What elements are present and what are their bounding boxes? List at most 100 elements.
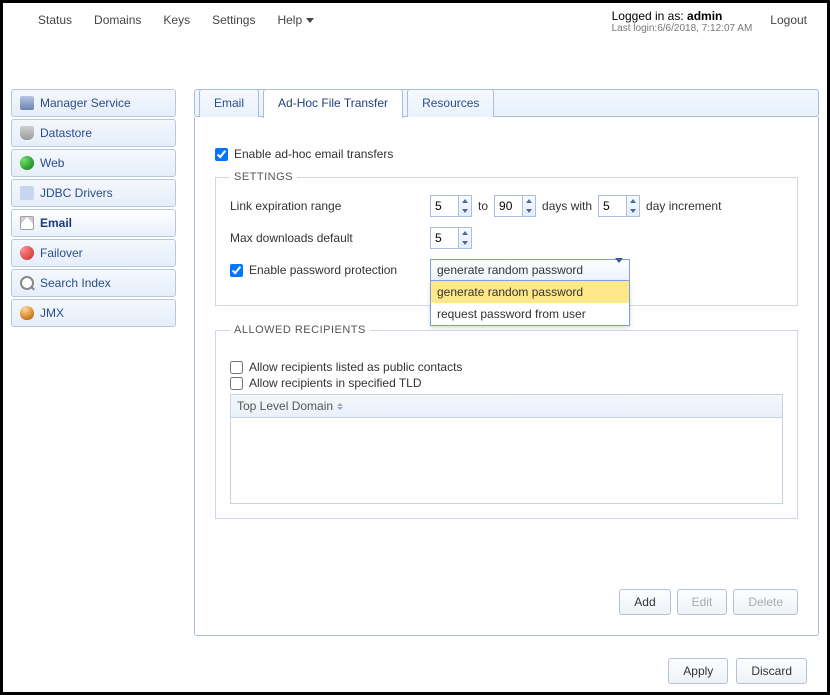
allowed-recipients-legend: ALLOWED RECIPIENTS	[230, 324, 370, 336]
link-exp-to-input[interactable]	[494, 195, 522, 217]
delete-button[interactable]: Delete	[733, 589, 798, 615]
nav-keys[interactable]: Keys	[163, 13, 190, 27]
content: Email Ad-Hoc File Transfer Resources Ena…	[194, 89, 819, 684]
allow-tld-label: Allow recipients in specified TLD	[249, 376, 422, 390]
password-mode-option-generate[interactable]: generate random password	[431, 281, 629, 303]
link-expiration-label: Link expiration range	[230, 199, 430, 213]
to-label: to	[478, 199, 488, 213]
password-mode-dropdown: generate random password request passwor…	[430, 280, 630, 326]
password-mode-option-request[interactable]: request password from user	[431, 303, 629, 325]
manager-icon	[20, 96, 34, 110]
allow-public-contacts-label: Allow recipients listed as public contac…	[249, 360, 462, 374]
max-downloads-label: Max downloads default	[230, 231, 430, 245]
failover-icon	[20, 246, 34, 260]
sidebar-item-jdbc-drivers[interactable]: JDBC Drivers	[11, 179, 176, 207]
allow-public-contacts-checkbox[interactable]	[230, 361, 243, 374]
top-bar: Status Domains Keys Settings Help Logged…	[3, 3, 827, 53]
page-body: Enable ad-hoc email transfers SETTINGS L…	[194, 117, 819, 636]
sidebar-item-web[interactable]: Web	[11, 149, 176, 177]
link-exp-from-input[interactable]	[430, 195, 458, 217]
tab-panel: Email Ad-Hoc File Transfer Resources	[194, 89, 819, 117]
jdbc-icon	[20, 186, 34, 200]
sidebar-item-label: Web	[40, 156, 64, 170]
logged-in-prefix: Logged in as:	[612, 9, 687, 23]
sidebar-item-label: Search Index	[40, 276, 111, 290]
enable-adhoc-label: Enable ad-hoc email transfers	[234, 147, 393, 161]
tab-email[interactable]: Email	[199, 89, 259, 118]
link-exp-from-stepper[interactable]	[430, 195, 472, 217]
logged-in-as: Logged in as: admin	[612, 9, 753, 23]
nav-help-label: Help	[277, 13, 302, 27]
enable-adhoc-checkbox[interactable]	[215, 148, 228, 161]
footer-buttons: Apply Discard	[668, 658, 807, 684]
nav-settings[interactable]: Settings	[212, 13, 255, 27]
allow-tld-checkbox[interactable]	[230, 377, 243, 390]
chevron-down-icon	[615, 263, 623, 277]
tab-ad-hoc-file-transfer[interactable]: Ad-Hoc File Transfer	[263, 89, 403, 118]
tld-grid: Top Level Domain	[230, 394, 783, 504]
max-downloads-stepper[interactable]	[430, 227, 472, 249]
settings-fieldset: SETTINGS Link expiration range to days w…	[215, 171, 798, 306]
jmx-icon	[20, 306, 34, 320]
apply-button[interactable]: Apply	[668, 658, 728, 684]
edit-button[interactable]: Edit	[677, 589, 728, 615]
day-increment-input[interactable]	[598, 195, 626, 217]
step-up-icon[interactable]	[459, 228, 471, 238]
tld-grid-header[interactable]: Top Level Domain	[231, 395, 782, 418]
sidebar-item-manager-service[interactable]: Manager Service	[11, 89, 176, 117]
enable-password-block: Enable password protection	[230, 263, 430, 277]
sidebar-item-email[interactable]: Email	[11, 209, 176, 237]
datastore-icon	[20, 126, 34, 140]
step-up-icon[interactable]	[627, 196, 639, 206]
nav-help[interactable]: Help	[277, 13, 314, 27]
top-nav: Status Domains Keys Settings Help	[38, 9, 314, 27]
logged-in-name: admin	[687, 9, 722, 23]
discard-button[interactable]: Discard	[736, 658, 807, 684]
password-mode-value: generate random password	[437, 263, 583, 277]
tabs: Email Ad-Hoc File Transfer Resources	[199, 89, 494, 118]
sidebar-item-datastore[interactable]: Datastore	[11, 119, 176, 147]
max-downloads-input[interactable]	[430, 227, 458, 249]
step-down-icon[interactable]	[627, 206, 639, 216]
last-login-label: Last login:	[612, 23, 658, 34]
day-increment-stepper[interactable]	[598, 195, 640, 217]
step-down-icon[interactable]	[523, 206, 535, 216]
link-exp-to-stepper[interactable]	[494, 195, 536, 217]
search-icon	[20, 276, 34, 290]
chevron-down-icon	[306, 18, 314, 23]
sidebar-item-label: Failover	[40, 246, 83, 260]
day-increment-label: day increment	[646, 199, 721, 213]
sidebar-item-label: Datastore	[40, 126, 92, 140]
step-up-icon[interactable]	[523, 196, 535, 206]
last-login: Last login:6/6/2018, 7:12:07 AM	[612, 23, 753, 34]
step-down-icon[interactable]	[459, 206, 471, 216]
tab-resources[interactable]: Resources	[407, 89, 494, 118]
enable-password-checkbox[interactable]	[230, 264, 243, 277]
logout-link[interactable]: Logout	[762, 9, 807, 27]
password-mode-combo[interactable]: generate random password	[430, 259, 630, 281]
sidebar-item-label: JDBC Drivers	[40, 186, 113, 200]
main-area: Manager Service Datastore Web JDBC Drive…	[11, 89, 819, 684]
allowed-recipients-fieldset: ALLOWED RECIPIENTS Allow recipients list…	[215, 324, 798, 519]
sidebar-item-jmx[interactable]: JMX	[11, 299, 176, 327]
step-down-icon[interactable]	[459, 238, 471, 248]
add-button[interactable]: Add	[619, 589, 670, 615]
sort-icon	[337, 403, 343, 410]
sidebar-item-failover[interactable]: Failover	[11, 239, 176, 267]
tld-header-label: Top Level Domain	[237, 399, 333, 413]
sidebar-item-search-index[interactable]: Search Index	[11, 269, 176, 297]
step-up-icon[interactable]	[459, 196, 471, 206]
days-with-label: days with	[542, 199, 592, 213]
last-login-value: 6/6/2018, 7:12:07 AM	[657, 23, 752, 34]
nav-status[interactable]: Status	[38, 13, 72, 27]
sidebar-item-label: Email	[40, 216, 72, 230]
globe-icon	[20, 156, 34, 170]
user-block: Logged in as: admin Last login:6/6/2018,…	[612, 9, 763, 34]
sidebar: Manager Service Datastore Web JDBC Drive…	[11, 89, 176, 684]
sidebar-item-label: JMX	[40, 306, 64, 320]
grid-buttons: Add Edit Delete	[215, 589, 798, 615]
settings-legend: SETTINGS	[230, 171, 297, 183]
enable-password-label: Enable password protection	[249, 263, 397, 277]
mail-icon	[20, 216, 34, 230]
nav-domains[interactable]: Domains	[94, 13, 141, 27]
